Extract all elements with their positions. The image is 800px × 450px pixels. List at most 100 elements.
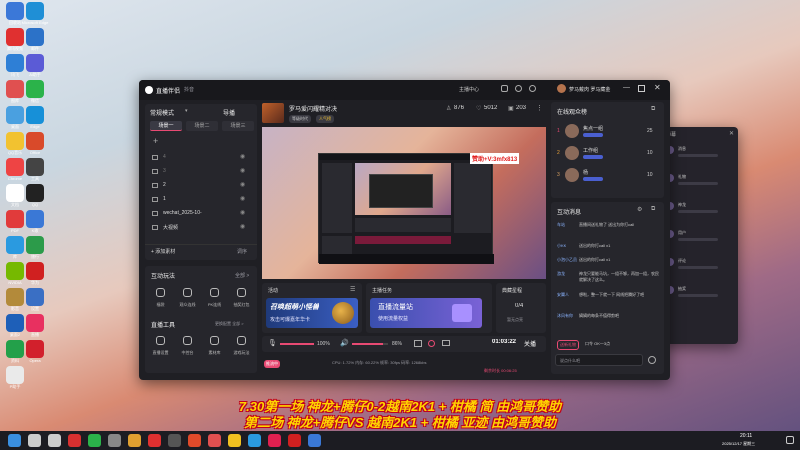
taskbar-app-icon[interactable] [308,434,321,447]
scene-tab[interactable]: 场景二 [186,121,218,131]
taskbar-app-icon[interactable] [28,434,41,447]
source-item[interactable]: 1 ◉ [150,194,254,206]
task-banner[interactable]: 直播流量站 使用流量权益 [370,298,482,328]
desktop-app-icon[interactable] [6,288,24,306]
interact-item[interactable]: 抽奖红包 [228,286,255,316]
side-window-item[interactable]: 神龙 [666,199,732,221]
taskbar-app-icon[interactable] [148,434,161,447]
desktop-app-icon[interactable] [26,158,44,176]
interact-all-link[interactable]: 全部 > [235,272,249,279]
taskbar-app-icon[interactable] [48,434,61,447]
mode-select[interactable]: 常规模式 [150,108,174,117]
desktop-app-icon[interactable] [26,28,44,46]
activity-menu-icon[interactable]: ☰ [350,286,355,293]
side-window-item[interactable]: 抽奖 [666,283,732,305]
taskbar-app-icon[interactable] [288,434,301,447]
reorder-button[interactable]: 调序 [237,248,247,255]
desktop-app-icon[interactable] [6,158,24,176]
desktop-app-icon[interactable] [6,28,24,46]
viewer-row[interactable]: 1 焦点一组 25 [555,122,661,142]
desktop-app-icon[interactable] [6,132,24,150]
desktop-app-icon[interactable] [6,366,24,384]
activity-card[interactable]: 活动 ☰ 召唤超萌小怪兽 攻击可爆嘉年华卡 [262,283,362,333]
visibility-eye-icon[interactable]: ◉ [240,195,245,202]
source-item[interactable]: 大视频 ◉ [150,222,254,234]
chat-settings-icon[interactable]: ⚙ [637,206,642,213]
add-material-button[interactable]: + 添加素材 [151,248,175,255]
tool-item[interactable]: 游戏玩法 [228,334,255,364]
desktop-app-icon[interactable] [26,2,44,20]
visibility-eye-icon[interactable]: ◉ [240,181,245,188]
source-item[interactable]: 4 ◉ [150,152,254,164]
source-item[interactable]: 2 ◉ [150,180,254,192]
side-window-item[interactable]: 礼物 [666,171,732,193]
desktop-app-icon[interactable] [26,132,44,150]
desktop-app-icon[interactable] [26,340,44,358]
viewer-row[interactable]: 3 杨 10 [555,166,661,186]
tool-item[interactable]: 中控台 [174,334,201,364]
side-window-item[interactable]: 用户 [666,227,732,249]
desktop-app-icon[interactable] [6,80,24,98]
side-window-item[interactable]: 评论 [666,255,732,277]
visibility-eye-icon[interactable]: ◉ [240,223,245,230]
add-scene-icon[interactable]: + [153,136,158,146]
stream-tag-level[interactable]: 等级时代 [289,115,311,123]
more-icon[interactable]: ⋮ [536,104,543,112]
taskbar-app-icon[interactable] [228,434,241,447]
chat-message[interactable]: 游龙 神龙只要能马坑，一组不够，再加一组，农民就解决了这么。 [555,271,660,286]
speaker-volume-track[interactable] [352,343,388,345]
desktop-app-icon[interactable] [26,54,44,72]
notification-icon[interactable] [501,85,508,92]
desktop-app-icon[interactable] [6,236,24,254]
scene-tab[interactable]: 场景一 [150,121,182,131]
collection-card[interactable]: 典藏星程 0/4 暂无点亮 [496,283,546,333]
desktop-app-icon[interactable] [26,236,44,254]
stream-tag-popularity[interactable]: 人气榜 [316,115,334,123]
desktop-app-icon[interactable] [26,314,44,332]
emoji-icon[interactable] [648,356,656,364]
source-item[interactable]: 3 ◉ [150,166,254,178]
desktop-app-icon[interactable] [6,2,24,20]
camera-icon[interactable] [442,340,450,346]
tool-item[interactable]: 直播设置 [147,334,174,364]
live-center-button[interactable]: 主播中心 [459,86,479,93]
visibility-eye-icon[interactable]: ◉ [240,167,245,174]
desktop-app-icon[interactable] [6,106,24,124]
side-window-item[interactable]: 消息 [666,143,732,165]
chat-input[interactable]: 说点什么吧 [555,354,643,366]
import-button[interactable]: 导播 [223,108,235,117]
taskbar-app-icon[interactable] [108,434,121,447]
stream-preview[interactable]: 赞助+V:3mfx813 [262,127,546,279]
tool-item[interactable]: 素材库 [201,334,228,364]
task-card[interactable]: 主播任务 直播流量站 使用流量权益 [366,283,492,333]
chat-message[interactable]: 安翼人 想啦，整一下就一下 网线把腾好了吧 [555,292,660,307]
chat-popout-icon[interactable]: ⧉ [651,206,655,213]
taskbar-app-icon[interactable] [68,434,81,447]
interact-item[interactable]: 福袋 [147,286,174,316]
help-icon[interactable] [529,85,536,92]
record-icon[interactable] [428,340,435,347]
interact-item[interactable]: 观众连线 [174,286,201,316]
desktop-app-icon[interactable] [6,340,24,358]
desktop-app-icon[interactable] [26,80,44,98]
settings-icon[interactable] [515,85,522,92]
layout-icon[interactable] [414,340,422,347]
user-name[interactable]: 萝马戴肉 罗马藏金 [569,86,615,93]
new-gift-tag[interactable]: 送新礼物 [557,340,579,350]
chat-message[interactable]: 沐风有你 嫡嫡的每条不值得剪吧 [555,313,660,321]
chat-message[interactable]: 车站 直播间送礼物了 送出为你打call [555,222,660,237]
taskbar-app-icon[interactable] [8,434,21,447]
taskbar-app-icon[interactable] [268,434,281,447]
popout-icon[interactable]: ⧉ [651,106,655,113]
source-item[interactable]: wechat_2025-10- ◉ [150,208,254,220]
stream-cover-thumbnail[interactable] [262,103,284,123]
desktop-app-icon[interactable] [26,184,44,202]
desktop-app-icon[interactable] [6,210,24,228]
speaker-icon[interactable]: 🔊 [340,339,349,347]
avatar[interactable] [557,84,566,93]
taskbar-clock-time[interactable]: 20:11 [740,433,752,439]
side-chat-window[interactable]: 弹幕 ✕ 消息 礼物 神龙 用户 评论 抽奖 [660,127,738,344]
activity-banner[interactable]: 召唤超萌小怪兽 攻击可爆嘉年华卡 [266,298,358,328]
tools-more-link[interactable]: 更换配置 全部 > [215,321,244,327]
taskbar-app-icon[interactable] [188,434,201,447]
